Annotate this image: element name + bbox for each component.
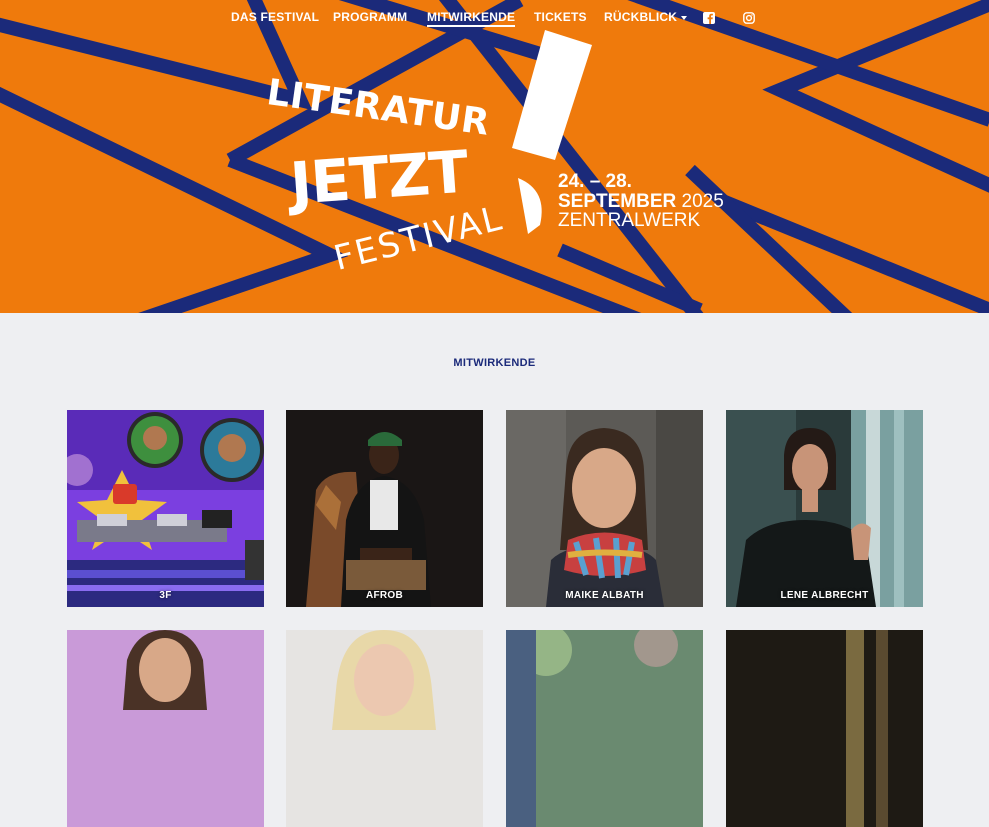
section-title: MITWIRKENDE: [453, 357, 536, 369]
hero-chevron-pattern: [0, 0, 989, 313]
contributor-card-3f[interactable]: 3F: [67, 410, 264, 607]
contributor-photo-row2-3: [506, 630, 703, 827]
contributor-photo-lene-albrecht: [726, 410, 923, 607]
logo-jetzt: JETZT: [288, 137, 470, 218]
contributor-photo-afrob: [286, 410, 483, 607]
nav-item-das-festival[interactable]: DAS FESTIVAL: [231, 10, 319, 24]
event-year: 2025: [681, 191, 724, 212]
contributor-card-row2-3[interactable]: [506, 630, 703, 827]
contributor-card-afrob[interactable]: AFROB: [286, 410, 483, 607]
nav-item-rueckblick-label: RÜCKBLICK: [604, 10, 678, 24]
nav-item-tickets[interactable]: TICKETS: [534, 10, 587, 24]
event-month-year: SEPTEMBER 2025: [558, 192, 724, 212]
hero-banner: DAS FESTIVAL PROGRAMM MITWIRKENDE TICKET…: [0, 0, 989, 313]
main-nav: DAS FESTIVAL PROGRAMM MITWIRKENDE TICKET…: [0, 10, 989, 28]
facebook-icon[interactable]: [703, 11, 715, 24]
event-month: SEPTEMBER: [558, 191, 677, 212]
event-venue: ZENTRALWERK: [558, 210, 701, 231]
nav-item-mitwirkende[interactable]: MITWIRKENDE: [427, 10, 516, 27]
instagram-icon[interactable]: [743, 11, 755, 24]
chevron-down-icon: [681, 15, 688, 20]
contributor-photo-row2-1: [67, 630, 264, 827]
contributor-photo-row2-4: [726, 630, 923, 827]
contributor-photo-3f: [67, 410, 264, 607]
contributor-name: 3F: [159, 590, 172, 601]
contributor-photo-row2-2: [286, 630, 483, 827]
nav-item-rueckblick[interactable]: RÜCKBLICK: [604, 10, 688, 24]
contributor-name: AFROB: [365, 590, 404, 601]
contributor-name: MAIKE ALBATH: [565, 590, 644, 601]
contributor-card-row2-2[interactable]: [286, 630, 483, 827]
contributor-photo-maike-albath: [506, 410, 703, 607]
contributor-card-row2-1[interactable]: [67, 630, 264, 827]
nav-item-programm[interactable]: PROGRAMM: [333, 10, 407, 24]
contributor-name: LENE ALBRECHT: [780, 590, 869, 601]
contributor-card-lene-albrecht[interactable]: LENE ALBRECHT: [726, 410, 923, 607]
contributor-card-row2-4[interactable]: [726, 630, 923, 827]
event-date-range: 24. – 28.: [558, 171, 632, 192]
contributor-card-maike-albath[interactable]: MAIKE ALBATH: [506, 410, 703, 607]
